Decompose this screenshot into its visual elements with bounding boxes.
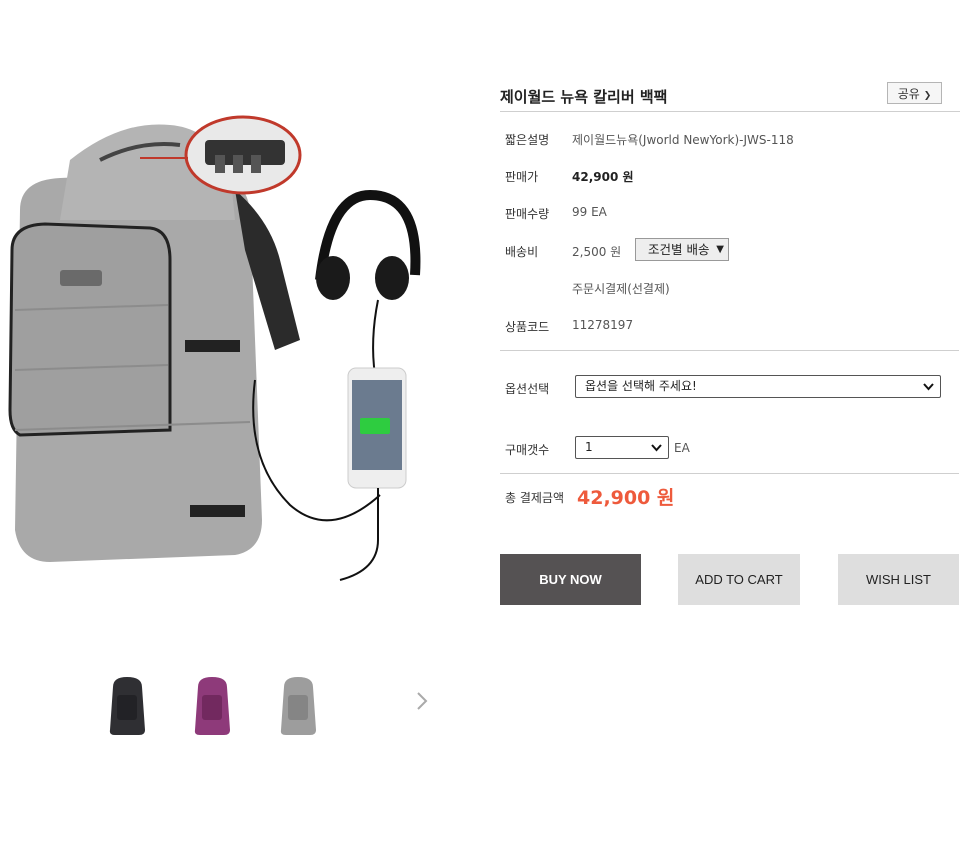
chevron-down-icon	[651, 444, 662, 452]
price-value: 42,900 원	[572, 170, 634, 184]
quantity-value: 1	[585, 440, 593, 454]
code-value: 11278197	[572, 318, 634, 332]
title-row: 제이월드 뉴욕 칼리버 백팩 공유 ❯	[500, 78, 960, 112]
quantity-select[interactable]: 1	[575, 436, 669, 459]
thumbnail-black-backpack[interactable]	[105, 675, 155, 745]
sold-label: 판매수량	[505, 207, 550, 221]
short-desc-value: 제이월드뉴욕(Jworld NewYork)-JWS-118	[572, 133, 794, 147]
total-value: 42,900 원	[577, 487, 675, 509]
share-button[interactable]: 공유 ❯	[887, 82, 942, 104]
option-label: 옵션선택	[505, 382, 550, 396]
product-info-panel: 제이월드 뉴욕 칼리버 백팩 공유 ❯ 짧은설명 제이월드뉴욕(Jworld N…	[500, 78, 960, 334]
buy-now-button[interactable]: BUY NOW	[500, 554, 641, 605]
wish-list-button[interactable]: WISH LIST	[838, 554, 959, 605]
share-label: 공유	[897, 87, 920, 101]
chevron-down-icon	[923, 383, 934, 391]
chevron-right-icon[interactable]	[415, 690, 435, 718]
thumbnail-purple-backpack[interactable]	[190, 675, 240, 745]
sold-value: 99 EA	[572, 205, 607, 219]
short-desc-label: 짧은설명	[505, 133, 550, 147]
price-label: 판매가	[505, 170, 539, 184]
product-title: 제이월드 뉴욕 칼리버 백팩	[500, 88, 668, 106]
add-to-cart-button[interactable]: ADD TO CART	[678, 554, 800, 605]
code-label: 상품코드	[505, 320, 550, 334]
quantity-unit: EA	[674, 441, 690, 455]
payment-note: 주문시결제(선결제)	[572, 282, 670, 296]
quantity-label: 구매갯수	[505, 443, 550, 457]
shipping-label: 배송비	[505, 245, 539, 259]
chevron-down-icon: ❯	[923, 91, 932, 101]
option-placeholder: 옵션을 선택해 주세요!	[585, 379, 697, 393]
option-select[interactable]: 옵션을 선택해 주세요!	[575, 375, 941, 398]
shipping-value: 2,500 원	[572, 245, 622, 259]
product-main-image	[0, 100, 440, 600]
shipping-option-select[interactable]: 조건별 배송 ▼	[635, 238, 729, 261]
total-label: 총 결제금액	[505, 491, 565, 505]
divider	[500, 350, 959, 351]
divider	[500, 473, 959, 474]
shipping-option-value: 조건별 배송	[648, 242, 710, 257]
chevron-down-icon: ▼	[716, 244, 724, 255]
thumbnail-gray-backpack[interactable]	[276, 675, 326, 745]
